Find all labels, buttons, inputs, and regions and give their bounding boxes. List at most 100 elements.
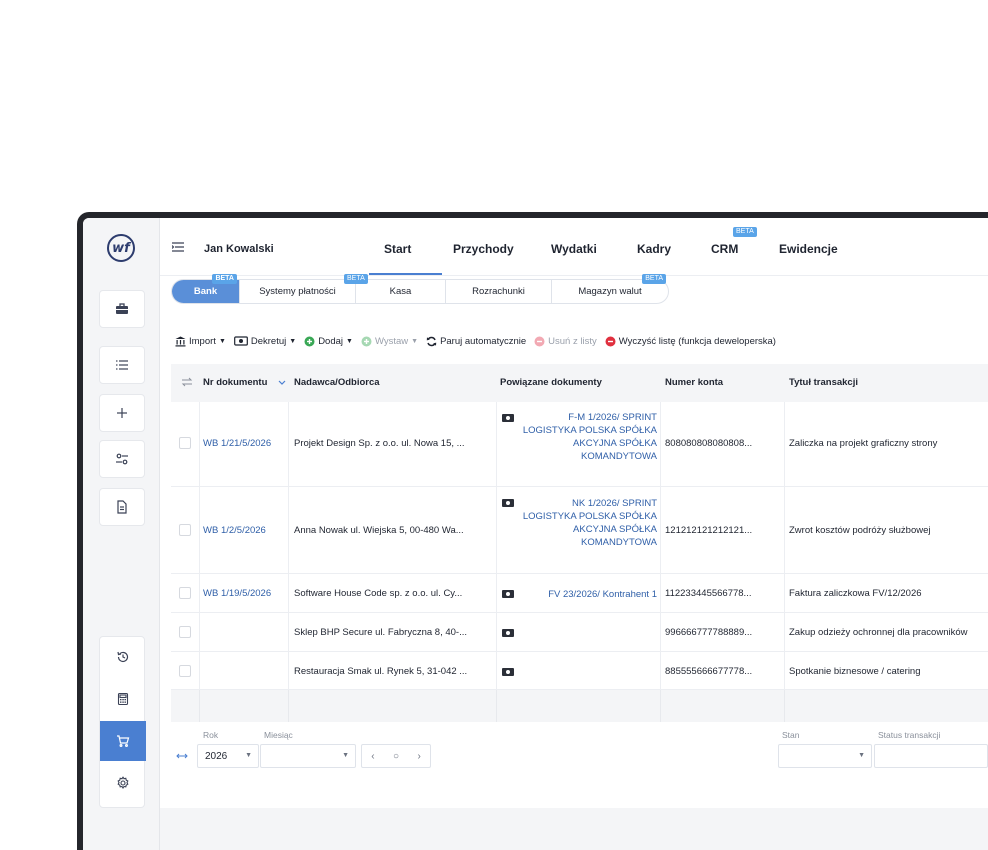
minus-circle-icon — [605, 336, 616, 347]
usun-button[interactable]: Usuń z listy — [534, 336, 597, 347]
nav-tab-start[interactable]: Start — [384, 242, 411, 256]
header-tytul[interactable]: Tytuł transakcji — [789, 377, 858, 388]
subtab-rozrachunki[interactable]: Rozrachunki — [446, 280, 552, 303]
crm-beta-badge: BETA — [733, 227, 757, 237]
sidebar-document-button[interactable] — [99, 488, 145, 526]
row-checkbox[interactable] — [179, 626, 191, 638]
related-documents-link[interactable]: F-M 1/2026/ SPRINT LOGISTYKA POLSKA SPÓŁ… — [517, 411, 657, 463]
import-button[interactable]: Import ▼ — [175, 336, 226, 347]
sidebar-briefcase-button[interactable] — [99, 290, 145, 328]
subtab-systemy-platnosci[interactable]: Systemy płatności BETA — [240, 274, 368, 303]
column-divider — [496, 402, 497, 486]
wyczysc-button[interactable]: Wyczyść listę (funkcja deweloperska) — [605, 336, 776, 347]
column-divider — [496, 613, 497, 651]
header-nadawca[interactable]: Nadawca/Odbiorca — [294, 377, 380, 388]
stan-label: Stan — [782, 730, 800, 740]
column-divider — [199, 402, 200, 486]
expand-horizontal-icon[interactable] — [176, 753, 188, 759]
caret-down-icon: ▼ — [411, 337, 419, 345]
user-name[interactable]: Jan Kowalski — [204, 243, 274, 255]
row-checkbox[interactable] — [179, 587, 191, 599]
row-checkbox[interactable] — [179, 524, 191, 536]
column-divider — [496, 652, 497, 689]
nav-tab-przychody[interactable]: Przychody — [453, 242, 514, 256]
wystaw-button[interactable]: Wystaw ▼ — [361, 336, 418, 347]
sidebar-calculator-button[interactable] — [100, 679, 146, 719]
active-tab-indicator — [369, 273, 442, 275]
status-transakcji-label: Status transakcji — [878, 730, 941, 740]
column-divider — [199, 574, 200, 612]
column-divider — [496, 574, 497, 612]
paruj-button[interactable]: Paruj automatycznie — [426, 336, 526, 347]
header-konto[interactable]: Numer konta — [665, 377, 723, 388]
status-transakcji-select[interactable] — [874, 744, 988, 768]
column-divider — [660, 487, 661, 573]
rok-select[interactable]: 2026 ▼ — [197, 744, 259, 768]
sidebar-sliders-button[interactable] — [99, 440, 145, 478]
stan-select[interactable]: ▼ — [778, 744, 872, 768]
header-nr-dokumentu[interactable]: Nr dokumentu — [203, 377, 267, 388]
dekretuj-button[interactable]: Dekretuj ▼ — [233, 336, 296, 347]
calculator-icon — [117, 692, 129, 706]
column-divider — [496, 487, 497, 573]
subtab-bank[interactable]: Bank BETA — [172, 274, 240, 303]
related-documents-link[interactable]: NK 1/2026/ SPRINT LOGISTYKA POLSKA SPÓŁK… — [517, 497, 657, 549]
column-divider — [199, 487, 200, 573]
nav-tab-kadry[interactable]: Kadry — [637, 242, 671, 256]
column-divider — [660, 402, 661, 486]
sidebar-settings-button[interactable] — [100, 763, 146, 803]
table-row[interactable]: WB 1/2/5/2026 Anna Nowak ul. Wiejska 5, … — [171, 487, 988, 574]
plus-circle-icon — [304, 336, 315, 347]
plus-icon — [117, 408, 127, 418]
counterparty: Projekt Design Sp. z o.o. ul. Nowa 15, .… — [294, 438, 465, 449]
dodaj-button[interactable]: Dodaj ▼ — [304, 336, 353, 347]
column-divider — [660, 613, 661, 651]
current-month-icon[interactable]: ○ — [393, 751, 399, 762]
table-row[interactable]: WB 1/19/5/2026 Software House Code sp. z… — [171, 574, 988, 613]
settings-icon — [117, 776, 129, 789]
sidebar-cart-button[interactable] — [100, 721, 146, 761]
sidebar-history-button[interactable] — [100, 637, 146, 677]
nav-tab-crm[interactable]: CRM — [711, 242, 738, 256]
prev-icon[interactable]: ‹ — [371, 751, 374, 762]
related-documents-link[interactable]: FV 23/2026/ Kontrahent 1 — [517, 588, 657, 601]
column-divider — [288, 613, 289, 651]
sort-down-icon[interactable] — [278, 380, 286, 385]
subtab-magazyn-walut[interactable]: Magazyn walut BETA — [552, 274, 668, 303]
row-checkbox[interactable] — [179, 665, 191, 677]
sidebar-list-button[interactable] — [99, 346, 145, 384]
related-line: F-M 1/2026/ SPRINT — [568, 412, 657, 423]
table-header: Nr dokumentu Nadawca/Odbiorca Powiązane … — [171, 364, 988, 402]
footer-strip — [160, 808, 988, 850]
caret-down-icon: ▼ — [218, 337, 226, 345]
subtab-kasa[interactable]: Kasa — [356, 280, 446, 303]
app-screen: wf Jan Kowalski Start Przychody Wydatki … — [83, 218, 988, 850]
bank-beta-badge: BETA — [212, 274, 237, 284]
document-number-link[interactable]: WB 1/21/5/2026 — [203, 438, 271, 449]
related-line: LOGISTYKA POLSKA SPÓŁKA — [522, 511, 657, 522]
nav-tab-ewidencje[interactable]: Ewidencje — [779, 242, 838, 256]
list-icon — [116, 360, 128, 370]
document-number-link[interactable]: WB 1/19/5/2026 — [203, 588, 271, 599]
account-number: 121212121212121... — [665, 525, 753, 536]
table-row[interactable]: Sklep BHP Secure ul. Fabryczna 8, 40-...… — [171, 613, 988, 652]
next-icon[interactable]: › — [417, 751, 420, 762]
column-divider — [784, 487, 785, 573]
nav-tab-wydatki[interactable]: Wydatki — [551, 242, 597, 256]
sidebar-bottom-group — [99, 636, 146, 808]
table-row[interactable]: WB 1/21/5/2026 Projekt Design Sp. z o.o.… — [171, 402, 988, 487]
column-divider — [288, 690, 289, 722]
row-checkbox[interactable] — [179, 437, 191, 449]
table-summary-row — [171, 690, 988, 722]
swap-icon[interactable] — [181, 377, 193, 387]
sidebar-add-button[interactable] — [99, 394, 145, 432]
transaction-title: Zaliczka na projekt graficzny strony — [789, 438, 938, 449]
menu-collapse-icon[interactable] — [172, 242, 184, 252]
header-powiazane[interactable]: Powiązane dokumenty — [500, 377, 602, 388]
sync-icon — [426, 336, 437, 347]
miesiac-select[interactable]: ▼ — [260, 744, 356, 768]
table-row[interactable]: Restauracja Smak ul. Rynek 5, 31-042 ...… — [171, 652, 988, 690]
counterparty: Anna Nowak ul. Wiejska 5, 00-480 Wa... — [294, 525, 464, 536]
logo[interactable]: wf — [107, 234, 135, 262]
document-number-link[interactable]: WB 1/2/5/2026 — [203, 525, 266, 536]
